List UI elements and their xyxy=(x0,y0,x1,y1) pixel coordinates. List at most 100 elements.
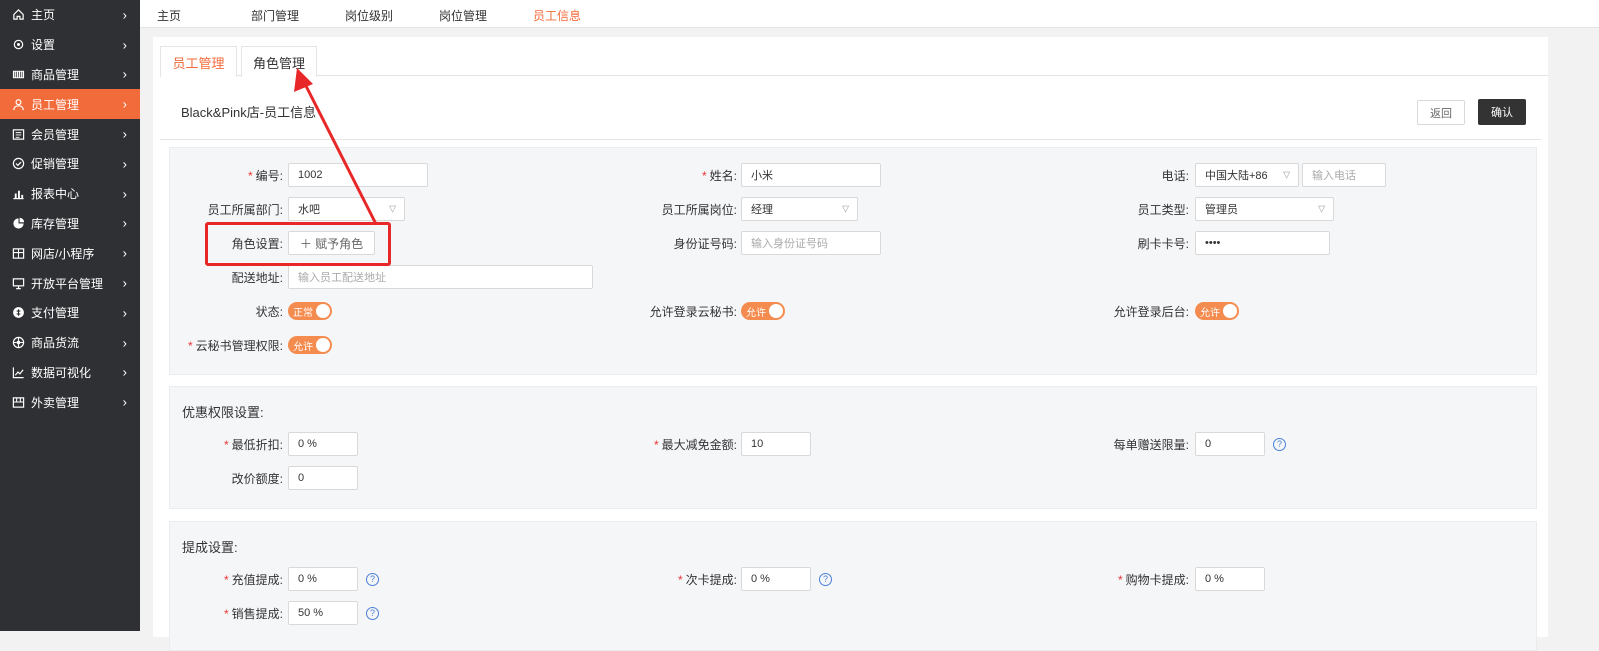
chevron-right-icon: › xyxy=(122,335,127,351)
status-toggle-text: 正常 xyxy=(293,307,313,319)
recharge-label-text: 充值提成: xyxy=(231,572,283,587)
chevron-right-icon: › xyxy=(122,305,127,321)
member-card-icon xyxy=(11,127,25,141)
times-card-input[interactable]: 0 % xyxy=(741,567,811,591)
row-card: 刷卡卡号: •••• xyxy=(1070,231,1330,255)
phone-input[interactable]: 输入电话 xyxy=(1302,163,1386,187)
card-input[interactable]: •••• xyxy=(1195,231,1330,255)
help-icon[interactable]: ? xyxy=(366,572,379,586)
help-icon[interactable]: ? xyxy=(819,572,832,586)
name-input[interactable]: 小米 xyxy=(741,163,881,187)
shop-card-input[interactable]: 0 % xyxy=(1195,567,1265,591)
sidebar-item-goods-flow[interactable]: 商品货流 › xyxy=(0,328,140,358)
sidebar-item-promotion[interactable]: 促销管理 › xyxy=(0,149,140,179)
payment-icon xyxy=(11,306,25,320)
sidebar-item-label: 开放平台管理 xyxy=(31,276,104,291)
sidebar-item-label: 会员管理 xyxy=(31,127,80,142)
back-button[interactable]: 返回 xyxy=(1417,100,1465,125)
sidebar-item-home[interactable]: 主页 › xyxy=(0,0,140,30)
sidebar-item-label: 库存管理 xyxy=(31,216,80,231)
gift-limit-label: 每单赠送限量: xyxy=(1113,437,1189,452)
post-label: 员工所属岗位: xyxy=(661,202,737,217)
confirm-button[interactable]: 确认 xyxy=(1478,99,1526,125)
tab-employee-management[interactable]: 员工管理 xyxy=(160,46,237,77)
sidebar-item-reports[interactable]: 报表中心 › xyxy=(0,179,140,209)
price-change-label: 改价额度: xyxy=(231,471,283,486)
tab-role-management[interactable]: 角色管理 xyxy=(241,46,317,77)
row-gift-limit: 每单赠送限量: 0 ? xyxy=(1070,432,1286,456)
discount-section-title: 优惠权限设置: xyxy=(182,405,264,420)
network-icon xyxy=(11,336,25,350)
address-input[interactable]: 输入员工配送地址 xyxy=(288,265,593,289)
max-reduction-input[interactable]: 10 xyxy=(741,432,811,456)
status-toggle[interactable]: 正常 xyxy=(288,302,332,320)
sidebar-item-label: 商品货流 xyxy=(31,336,80,351)
sidebar-item-open-platform[interactable]: 开放平台管理 › xyxy=(0,268,140,298)
phone-region-select[interactable]: 中国大陆+86 ▽ xyxy=(1195,163,1299,187)
min-discount-input[interactable]: 0 % xyxy=(288,432,358,456)
row-cloud-login: 允许登录云秘书: 允许 xyxy=(620,299,785,323)
topnav-department[interactable]: 部门管理 xyxy=(251,7,299,24)
chevron-right-icon: › xyxy=(122,215,127,231)
topnav-home[interactable]: 主页 xyxy=(157,7,181,24)
number-input[interactable]: 1002 xyxy=(288,163,428,187)
chevron-right-icon: › xyxy=(122,394,127,410)
gear-icon xyxy=(11,38,25,52)
chevron-right-icon: › xyxy=(122,126,127,142)
price-change-input[interactable]: 0 xyxy=(288,466,358,490)
recharge-input[interactable]: 0 % xyxy=(288,567,358,591)
cloud-admin-label-text: 云秘书管理权限: xyxy=(195,338,283,353)
sidebar-item-label: 网店/小程序 xyxy=(31,246,95,261)
row-shop-card: * 购物卡提成: 0 % xyxy=(1070,567,1265,591)
row-recharge: * 充值提成: 0 % ? xyxy=(170,567,379,591)
help-icon[interactable]: ? xyxy=(1273,437,1286,451)
user-icon xyxy=(11,97,25,111)
row-status: 状态: 正常 xyxy=(170,299,332,323)
sales-input[interactable]: 50 % xyxy=(288,601,358,625)
sidebar-item-settings[interactable]: 设置 › xyxy=(0,30,140,60)
sales-label: * 销售提成: xyxy=(223,606,283,621)
chevron-down-icon: ▽ xyxy=(389,203,396,214)
topnav-employee-info[interactable]: 员工信息 xyxy=(533,7,581,24)
post-select[interactable]: 经理 ▽ xyxy=(741,197,858,221)
name-label: * 姓名: xyxy=(701,168,737,183)
sidebar-item-label: 报表中心 xyxy=(31,187,80,202)
chevron-right-icon: › xyxy=(122,66,127,82)
sidebar-item-delivery[interactable]: 外卖管理 › xyxy=(0,387,140,417)
sidebar-item-payment[interactable]: 支付管理 › xyxy=(0,298,140,328)
toggle-knob xyxy=(316,338,330,352)
times-card-label: * 次卡提成: xyxy=(677,572,737,587)
row-post: 员工所属岗位: 经理 ▽ xyxy=(620,197,858,221)
number-label-text: 编号: xyxy=(255,168,283,183)
shop-card-label: * 购物卡提成: xyxy=(1117,572,1189,587)
sidebar: 主页 › 设置 › 商品管理 › 员工管理 › 会员管理 › 促销管理 › 报表… xyxy=(0,0,140,631)
help-icon[interactable]: ? xyxy=(366,606,379,620)
type-select[interactable]: 管理员 ▽ xyxy=(1195,197,1334,221)
sidebar-item-webstore[interactable]: 网店/小程序 › xyxy=(0,238,140,268)
name-label-text: 姓名: xyxy=(709,168,737,183)
cloud-login-toggle[interactable]: 允许 xyxy=(741,302,785,320)
cloud-admin-toggle[interactable]: 允许 xyxy=(288,336,332,354)
dept-select[interactable]: 水吧 ▽ xyxy=(288,197,405,221)
sidebar-item-staff[interactable]: 员工管理 › xyxy=(0,89,140,120)
sidebar-item-goods[interactable]: 商品管理 › xyxy=(0,60,140,90)
sidebar-item-members[interactable]: 会员管理 › xyxy=(0,119,140,149)
gift-limit-input[interactable]: 0 xyxy=(1195,432,1265,456)
sidebar-item-label: 设置 xyxy=(31,38,56,53)
row-phone: 电话: 中国大陆+86 ▽ 输入电话 xyxy=(1070,163,1386,187)
backend-login-toggle[interactable]: 允许 xyxy=(1195,302,1239,320)
row-address: 配送地址: 输入员工配送地址 xyxy=(170,265,593,289)
chevron-down-icon: ▽ xyxy=(842,203,849,214)
topnav-post-management[interactable]: 岗位管理 xyxy=(439,7,487,24)
type-value: 管理员 xyxy=(1205,204,1238,216)
row-id: 身份证号码: 输入身份证号码 xyxy=(620,231,881,255)
chevron-down-icon: ▽ xyxy=(1318,203,1325,214)
sidebar-item-data-vis[interactable]: 数据可视化 › xyxy=(0,358,140,388)
barcode-icon xyxy=(11,67,25,81)
addr-label: 配送地址: xyxy=(231,270,283,285)
divider xyxy=(160,139,1541,140)
row-price-change: 改价额度: 0 xyxy=(170,466,358,490)
id-input[interactable]: 输入身份证号码 xyxy=(741,231,881,255)
sidebar-item-inventory[interactable]: 库存管理 › xyxy=(0,209,140,239)
topnav-post-level[interactable]: 岗位级别 xyxy=(345,7,393,24)
